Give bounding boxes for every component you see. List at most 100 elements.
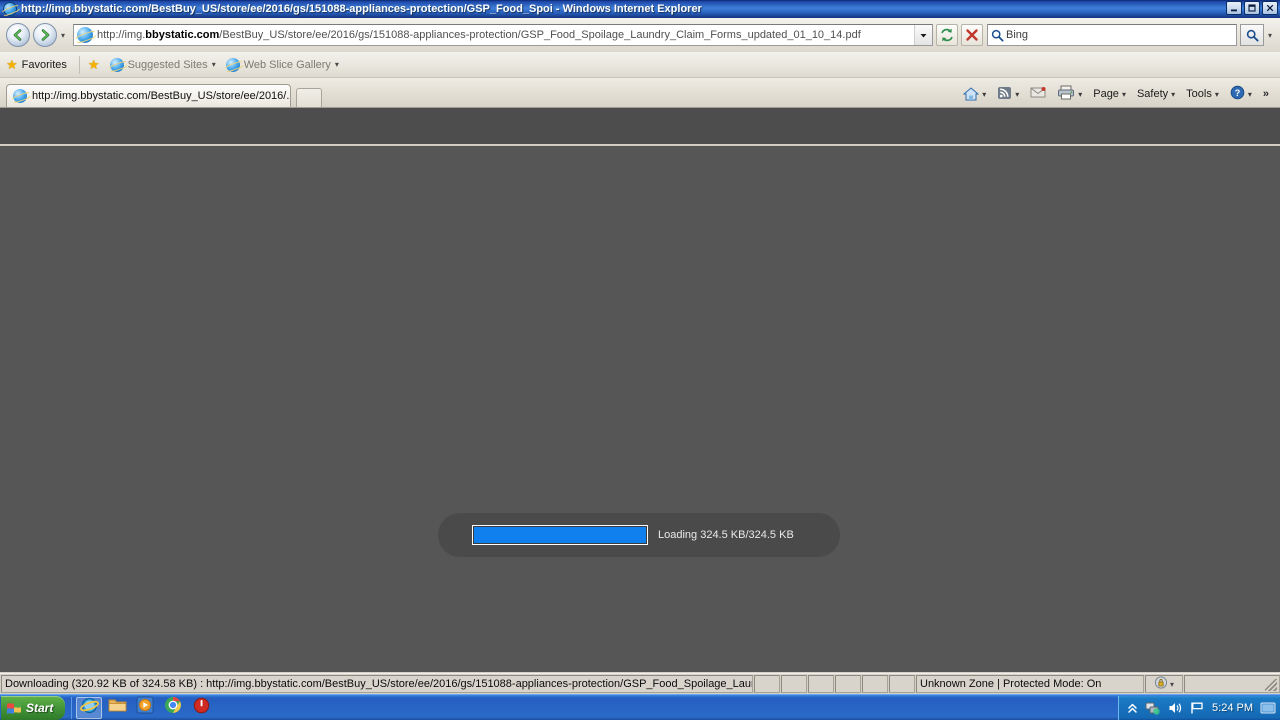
- internet-explorer-icon: [109, 57, 124, 72]
- maximize-restore-button[interactable]: [1244, 1, 1260, 15]
- search-icon: [988, 29, 1006, 42]
- safety-menu-button[interactable]: Safety ▾: [1132, 83, 1180, 105]
- window-title: http://img.bbystatic.com/BestBuy_US/stor…: [21, 3, 702, 15]
- tab-label: http://img.bbystatic.com/BestBuy_US/stor…: [32, 90, 291, 102]
- search-box[interactable]: Bing: [987, 24, 1237, 46]
- page-menu-label: Page: [1093, 88, 1119, 100]
- page-menu-button[interactable]: Page ▾: [1088, 83, 1131, 105]
- favorites-bar: ★ Favorites ★ Suggested Sites ▾ Web Slic…: [0, 52, 1280, 78]
- mail-icon: [1030, 86, 1046, 102]
- printer-icon: [1057, 85, 1075, 103]
- download-status-text: Downloading (320.92 KB of 324.58 KB) : h…: [1, 675, 753, 693]
- add-to-favorites-bar-button[interactable]: ★: [88, 58, 100, 71]
- tools-menu-label: Tools: [1186, 88, 1212, 100]
- stop-button[interactable]: [961, 24, 983, 46]
- star-icon: ★: [6, 57, 18, 72]
- new-tab-button[interactable]: [296, 88, 322, 107]
- action-flag-icon[interactable]: [1190, 701, 1205, 715]
- pdf-viewer-content: Loading 324.5 KB/324.5 KB ANY RUN: [0, 145, 1280, 672]
- double-chevron-icon: »: [1262, 88, 1269, 100]
- window-title-bar: http://img.bbystatic.com/BestBuy_US/stor…: [0, 0, 1280, 18]
- help-button[interactable]: ? ▾: [1225, 83, 1257, 105]
- taskbar-item-media-player[interactable]: [132, 696, 158, 719]
- power-icon: [193, 697, 210, 719]
- status-cell-2: [781, 675, 807, 693]
- quick-launch-bar: [71, 696, 214, 720]
- minimize-button[interactable]: [1226, 1, 1242, 15]
- web-slice-label: Web Slice Gallery: [243, 58, 331, 71]
- folder-icon: [108, 697, 127, 718]
- search-go-button[interactable]: [1240, 24, 1264, 46]
- loading-status-text: Loading 324.5 KB/324.5 KB: [658, 529, 794, 541]
- address-suffix: /BestBuy_US/store/ee/2016/gs/151088-appl…: [219, 29, 861, 41]
- read-mail-button[interactable]: [1025, 83, 1051, 105]
- show-hidden-icons-button[interactable]: [1127, 702, 1138, 715]
- status-resize-grip[interactable]: [1184, 675, 1280, 693]
- start-label: Start: [26, 700, 54, 715]
- favorites-button[interactable]: ★ Favorites: [6, 58, 67, 71]
- feeds-button[interactable]: ▾: [992, 83, 1024, 105]
- chevron-down-icon: ▾: [1247, 89, 1252, 99]
- taskbar-item-chrome[interactable]: [160, 697, 186, 719]
- help-icon: ?: [1230, 85, 1245, 103]
- address-input[interactable]: http://img.bbystatic.com/BestBuy_US/stor…: [97, 28, 914, 42]
- start-button[interactable]: Start: [1, 695, 66, 720]
- web-slice-gallery-button[interactable]: Web Slice Gallery ▾: [225, 57, 339, 72]
- favorites-label: Favorites: [21, 58, 67, 71]
- back-button[interactable]: [6, 23, 30, 47]
- address-bar[interactable]: http://img.bbystatic.com/BestBuy_US/stor…: [73, 24, 933, 46]
- svg-text:?: ?: [1235, 88, 1241, 98]
- home-button[interactable]: ▾: [958, 83, 991, 105]
- show-desktop-button[interactable]: [1260, 702, 1276, 715]
- close-button[interactable]: [1262, 1, 1278, 15]
- lock-icon: [1154, 676, 1168, 692]
- divider: [78, 55, 80, 74]
- forward-button[interactable]: [33, 23, 57, 47]
- taskbar-item-shutdown[interactable]: [188, 697, 214, 719]
- chevron-down-icon: ▾: [1171, 89, 1176, 99]
- chevron-down-icon: ▾: [334, 60, 339, 69]
- command-bar: ▾ ▾ ▾ Page ▾ Safety ▾ Tools ▾ ? ▾ »: [958, 82, 1274, 106]
- internet-explorer-icon: [3, 2, 17, 16]
- chevron-down-icon: ▾: [1121, 89, 1126, 99]
- status-cell-4: [835, 675, 861, 693]
- page-favicon-icon: [77, 27, 93, 43]
- chrome-icon: [164, 696, 182, 719]
- search-provider-dropdown[interactable]: ▾: [1264, 24, 1276, 46]
- network-icon[interactable]: [1145, 701, 1161, 716]
- search-input[interactable]: Bing: [1006, 29, 1028, 41]
- chevron-down-icon: ▾: [1078, 89, 1083, 99]
- home-icon: [962, 87, 980, 101]
- protected-mode-button[interactable]: ▾: [1145, 675, 1183, 693]
- chevron-down-icon: ▾: [1169, 679, 1174, 689]
- status-bar: Downloading (320.92 KB of 324.58 KB) : h…: [0, 673, 1280, 694]
- feeds-icon: [997, 86, 1012, 103]
- status-cell-3: [808, 675, 834, 693]
- tab-bar: http://img.bbystatic.com/BestBuy_US/stor…: [0, 78, 1280, 108]
- tab-active[interactable]: http://img.bbystatic.com/BestBuy_US/stor…: [6, 84, 291, 107]
- tools-menu-button[interactable]: Tools ▾: [1181, 83, 1224, 105]
- system-tray: 5:24 PM: [1118, 696, 1280, 720]
- loading-progress-bar: [472, 525, 648, 545]
- suggested-sites-button[interactable]: Suggested Sites ▾: [109, 57, 216, 72]
- chevron-down-icon: ▾: [60, 30, 65, 40]
- print-button[interactable]: ▾: [1052, 83, 1087, 105]
- volume-icon[interactable]: [1168, 701, 1183, 715]
- internet-explorer-icon: [79, 696, 99, 720]
- taskbar-item-folder[interactable]: [104, 697, 130, 719]
- chevron-down-icon: ▾: [982, 89, 987, 99]
- windows-flag-icon: [6, 701, 22, 715]
- refresh-button[interactable]: [936, 24, 958, 46]
- safety-menu-label: Safety: [1136, 88, 1169, 100]
- page-favicon-icon: [13, 89, 27, 103]
- recent-pages-dropdown[interactable]: ▾: [57, 24, 69, 46]
- media-player-icon: [136, 696, 154, 719]
- taskbar: Start 5:24 PM: [0, 694, 1280, 720]
- address-dropdown-button[interactable]: [914, 25, 932, 45]
- chevron-down-icon: ▾: [211, 60, 216, 69]
- chevron-down-icon: ▾: [1267, 30, 1272, 40]
- command-bar-overflow-button[interactable]: »: [1258, 83, 1274, 105]
- clock[interactable]: 5:24 PM: [1212, 702, 1253, 714]
- pdf-viewer-toolbar-area: [0, 108, 1280, 144]
- taskbar-item-internet-explorer[interactable]: [76, 696, 103, 720]
